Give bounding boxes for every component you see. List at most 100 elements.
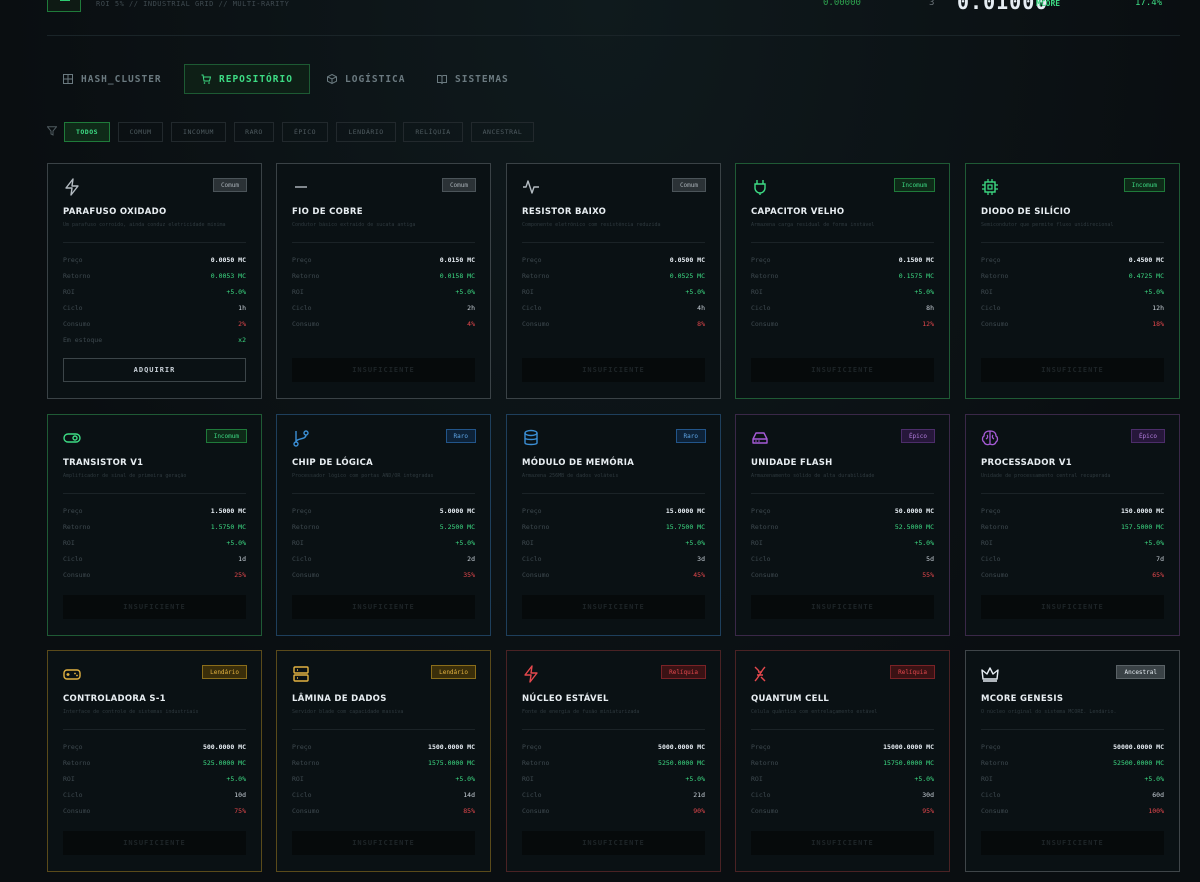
stat-value: +5.0%	[226, 539, 246, 547]
stat-value: 5000.0000 MC	[658, 743, 705, 751]
divider	[522, 729, 705, 730]
stat-value: 4h	[697, 304, 705, 312]
stat-label: Consumo	[981, 807, 1009, 815]
tab-repositorio[interactable]: REPOSITÓRIO	[184, 64, 310, 94]
insufficient-button[interactable]: INSUFICIENTE	[522, 595, 705, 619]
zap-icon	[524, 665, 538, 683]
stat-value: +5.0%	[685, 539, 705, 547]
stat-label: Retorno	[981, 272, 1009, 280]
filter-raro[interactable]: RARO	[234, 122, 274, 142]
insufficient-button[interactable]: INSUFICIENTE	[981, 831, 1164, 855]
grid-icon	[63, 74, 73, 84]
stat-value: 5d	[926, 555, 934, 563]
stat-label: Consumo	[292, 571, 320, 579]
filter-todos[interactable]: TODOS	[64, 122, 110, 142]
stat-row-price: Preço 50.0000 MC	[751, 507, 934, 517]
stat-value: 12h	[1152, 304, 1164, 312]
rarity-badge: Relíquia	[890, 665, 935, 679]
insufficient-button[interactable]: INSUFICIENTE	[981, 358, 1164, 382]
product-name: FIO DE COBRE	[292, 207, 363, 217]
insufficient-button[interactable]: INSUFICIENTE	[522, 358, 705, 382]
stat-row-price: Preço 15.0000 MC	[522, 507, 705, 517]
rarity-badge: Incomum	[893, 178, 935, 192]
insufficient-button[interactable]: INSUFICIENTE	[522, 831, 705, 855]
stat-value: +5.0%	[455, 539, 475, 547]
stat-label: Ciclo	[522, 791, 542, 799]
stat-row-consumption: Consumo 85%	[292, 807, 475, 817]
filter-lendario[interactable]: LENDÁRIO	[336, 122, 396, 142]
stat-value: 0.1575 MC	[898, 272, 934, 280]
stat-value: 0.0053 MC	[210, 272, 246, 280]
top-bar: ROI 5% // INDUSTRIAL GRID // MULTI-RARIT…	[47, 0, 1180, 36]
stat-row-price: Preço 0.0050 MC	[63, 256, 246, 266]
stat-label: Preço	[751, 256, 771, 264]
header-subtitle: ROI 5% // INDUSTRIAL GRID // MULTI-RARIT…	[96, 0, 290, 8]
stat-value: 8h	[926, 304, 934, 312]
stat-row-price: Preço 1.5000 MC	[63, 507, 246, 517]
insufficient-button[interactable]: INSUFICIENTE	[751, 358, 934, 382]
tab-label: LOGÍSTICA	[345, 73, 406, 85]
insufficient-button[interactable]: INSUFICIENTE	[63, 831, 246, 855]
insufficient-button[interactable]: INSUFICIENTE	[292, 595, 475, 619]
stat-row-roi: ROI +5.0%	[522, 288, 705, 298]
stat-value: 5.2500 MC	[439, 523, 475, 531]
tab-hash-cluster[interactable]: HASH_CLUSTER	[47, 64, 178, 94]
insufficient-button[interactable]: INSUFICIENTE	[751, 595, 934, 619]
filter-epico[interactable]: ÉPICO	[282, 122, 328, 142]
stat-value: 95%	[922, 807, 934, 815]
insufficient-button[interactable]: INSUFICIENTE	[63, 595, 246, 619]
stat-row-return: Retorno 52.5000 MC	[751, 523, 934, 533]
stat-row-price: Preço 1500.0000 MC	[292, 743, 475, 753]
product-name: RESISTOR BAIXO	[522, 207, 607, 217]
rarity-badge: Lendário	[202, 665, 247, 679]
stat-row-cycle: Ciclo 2h	[292, 304, 475, 314]
insufficient-button[interactable]: INSUFICIENTE	[292, 831, 475, 855]
product-description: Semicondutor que permite fluxo unidireci…	[981, 222, 1114, 228]
buy-button[interactable]: ADQUIRIR	[63, 358, 246, 382]
stat-value: 525.0000 MC	[202, 759, 246, 767]
stat-value: 0.0150 MC	[439, 256, 475, 264]
stat-label: ROI	[751, 539, 763, 547]
stat-value: 7d	[1156, 555, 1164, 563]
stat-row-cycle: Ciclo 7d	[981, 555, 1164, 565]
stat-value: 1.5000 MC	[210, 507, 246, 515]
stat-label: Consumo	[522, 807, 550, 815]
stat-label: Consumo	[292, 320, 320, 328]
insufficient-button[interactable]: INSUFICIENTE	[292, 358, 475, 382]
stat-label: Preço	[63, 256, 83, 264]
stat-value: 0.0525 MC	[669, 272, 705, 280]
stat-value: +5.0%	[914, 775, 934, 783]
stat-row-roi: ROI +5.0%	[292, 775, 475, 785]
stat-row-cycle: Ciclo 5d	[751, 555, 934, 565]
insufficient-button[interactable]: INSUFICIENTE	[981, 595, 1164, 619]
minus-icon	[295, 186, 307, 188]
stat-row-return: Retorno 157.5000 MC	[981, 523, 1164, 533]
stat-row-consumption: Consumo 25%	[63, 571, 246, 581]
stat-label: Consumo	[63, 320, 91, 328]
filter-ancestral[interactable]: ANCESTRAL	[471, 122, 534, 142]
stat-row-return: Retorno 5.2500 MC	[292, 523, 475, 533]
stat-value: 4%	[467, 320, 475, 328]
stat-value: 1575.0000 MC	[428, 759, 475, 767]
brain-icon	[981, 430, 999, 446]
divider	[292, 242, 475, 243]
stat-label: Retorno	[751, 523, 779, 531]
product-card: Comum PARAFUSO OXIDADO Um parafuso corroíd…	[47, 163, 262, 399]
tab-sistemas[interactable]: SISTEMAS	[421, 64, 525, 94]
product-card: Ancestral MCORE GENESIS O núcleo original …	[965, 650, 1180, 872]
rarity-badge: Incomum	[205, 429, 247, 443]
stat-label: Retorno	[522, 759, 550, 767]
filter-reliquia[interactable]: RELÍQUIA	[403, 122, 463, 142]
product-description: Amplificador de sinal de primeira geraçã…	[63, 473, 187, 479]
stat-label: Consumo	[981, 571, 1009, 579]
stat-label: Preço	[522, 256, 542, 264]
stat-row-roi: ROI +5.0%	[751, 539, 934, 549]
divider	[63, 493, 246, 494]
filter-incomum[interactable]: INCOMUM	[171, 122, 226, 142]
filter-comum[interactable]: COMUM	[118, 122, 163, 142]
insufficient-button[interactable]: INSUFICIENTE	[751, 831, 934, 855]
stat-value: 12%	[922, 320, 934, 328]
gamepad-icon	[63, 669, 81, 680]
tab-logistica[interactable]: LOGÍSTICA	[311, 64, 421, 94]
product-card: Comum RESISTOR BAIXO Componente eletrônico…	[506, 163, 721, 399]
